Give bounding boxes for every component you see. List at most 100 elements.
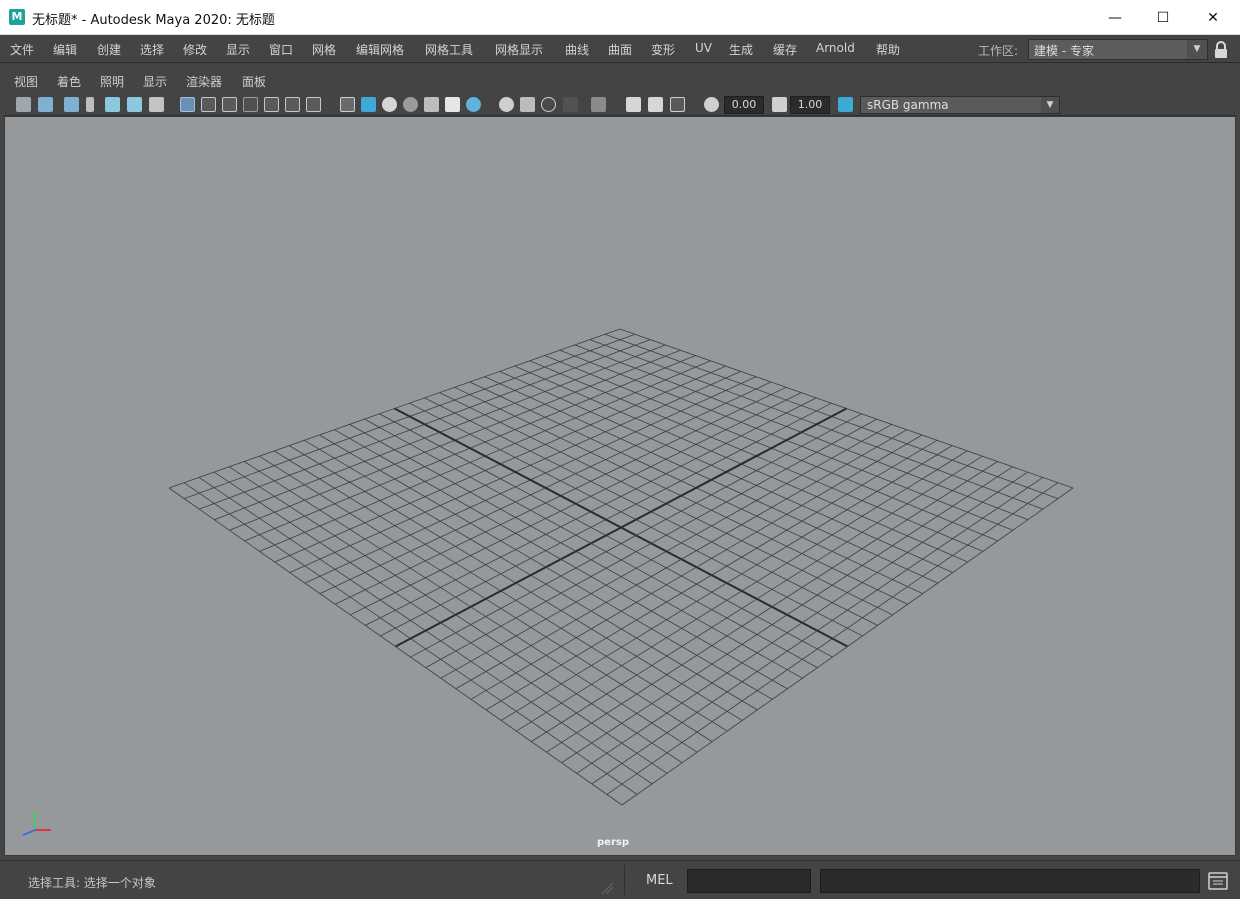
menu-edit-mesh[interactable]: 编辑网格: [356, 41, 404, 58]
isolate-select-icon[interactable]: [563, 97, 578, 112]
command-language-toggle[interactable]: MEL: [646, 873, 673, 888]
default-material-icon[interactable]: [382, 97, 397, 112]
menu-curves[interactable]: 曲线: [565, 41, 589, 58]
image-plane-icon[interactable]: [86, 97, 94, 112]
grid-line: [561, 466, 1013, 764]
gate-mask-icon[interactable]: [243, 97, 258, 112]
ambient-occlusion-icon[interactable]: [466, 97, 481, 112]
exposure-field[interactable]: 0.00: [724, 96, 764, 114]
grid-line: [576, 471, 1028, 774]
grid-line: [183, 482, 638, 795]
lock-icon[interactable]: [1213, 41, 1229, 59]
gamma-field[interactable]: 1.00: [790, 96, 830, 114]
lights-icon[interactable]: [424, 97, 439, 112]
workspace-label: 工作区:: [978, 44, 1019, 58]
grid-line: [591, 477, 1044, 785]
color-space-dropdown[interactable]: sRGB gamma ▼: [860, 96, 1060, 114]
grid-line: [621, 487, 1074, 806]
menu-deform[interactable]: 变形: [651, 41, 675, 58]
exposure-icon[interactable]: [704, 97, 719, 112]
xray-icon[interactable]: [591, 97, 606, 112]
grid-line: [319, 434, 773, 700]
menu-select[interactable]: 选择: [140, 41, 164, 58]
grid-line: [274, 450, 728, 732]
workspace-dropdown[interactable]: 建模 - 专家 ▼: [1028, 39, 1208, 60]
safe-title-icon[interactable]: [306, 97, 321, 112]
command-result-field: [820, 869, 1200, 893]
menu-help[interactable]: 帮助: [876, 41, 900, 58]
menu-surfaces[interactable]: 曲面: [608, 41, 632, 58]
menu-windows[interactable]: 窗口: [269, 41, 293, 58]
2d-pan-zoom-icon[interactable]: [105, 97, 120, 112]
z-axis-line: [22, 829, 36, 836]
gamma-icon[interactable]: [772, 97, 787, 112]
wireframe-icon[interactable]: [340, 97, 355, 112]
maximize-button[interactable]: ☐: [1138, 0, 1188, 35]
bookmark-icon[interactable]: [64, 97, 79, 112]
resize-grip-icon[interactable]: [600, 881, 614, 895]
grid-line: [349, 424, 803, 679]
field-chart-icon[interactable]: [264, 97, 279, 112]
smooth-wireframe-icon[interactable]: [670, 97, 685, 112]
menu-cache[interactable]: 缓存: [773, 41, 797, 58]
grid-line: [606, 482, 1059, 795]
panel-menu-bar: 视图 着色 照明 显示 渲染器 面板: [4, 68, 1236, 94]
perspective-viewport[interactable]: persp: [4, 116, 1236, 856]
menu-mesh-display[interactable]: 网格显示: [495, 41, 543, 58]
grease-pencil-icon[interactable]: [127, 97, 142, 112]
textured-icon[interactable]: [403, 97, 418, 112]
close-button[interactable]: ✕: [1188, 0, 1238, 35]
grid-line: [228, 466, 683, 764]
xray-joints-icon[interactable]: [626, 97, 641, 112]
shadows-icon[interactable]: [445, 97, 460, 112]
camera-name-label: persp: [597, 837, 629, 848]
safe-action-icon[interactable]: [285, 97, 300, 112]
camera-attributes-icon[interactable]: [38, 97, 53, 112]
resolution-gate-icon[interactable]: [222, 97, 237, 112]
panel-menu-view[interactable]: 视图: [14, 73, 38, 90]
panel-menu-lighting[interactable]: 照明: [100, 73, 124, 90]
menu-arnold[interactable]: Arnold: [816, 41, 855, 55]
viewport-toolbar: 0.00 1.00 sRGB gamma ▼: [4, 94, 1236, 116]
grid-line: [168, 487, 623, 806]
grid-icon[interactable]: [180, 97, 195, 112]
help-line: 选择工具: 选择一个对象: [28, 876, 156, 890]
select-camera-icon[interactable]: [16, 97, 31, 112]
chevron-down-icon: ▼: [1187, 40, 1207, 59]
panel-menu-renderer[interactable]: 渲染器: [186, 73, 222, 90]
smooth-shade-icon[interactable]: [361, 97, 376, 112]
anti-aliasing-icon[interactable]: [520, 97, 535, 112]
grid-line: [440, 424, 892, 679]
menu-create[interactable]: 创建: [97, 41, 121, 58]
menu-file[interactable]: 文件: [10, 41, 34, 58]
window-title: 无标题* - Autodesk Maya 2020: 无标题: [32, 13, 275, 28]
menu-mesh[interactable]: 网格: [312, 41, 336, 58]
backface-culling-icon[interactable]: [648, 97, 663, 112]
command-input[interactable]: [687, 869, 811, 893]
ground-grid: [168, 328, 1074, 806]
maya-app-icon: M: [9, 9, 25, 25]
chevron-down-icon: ▼: [1041, 97, 1059, 113]
panel-menu-shading[interactable]: 着色: [57, 73, 81, 90]
panel-menu-panels[interactable]: 面板: [242, 73, 266, 90]
workspace-value: 建模 - 专家: [1034, 44, 1094, 58]
script-editor-icon[interactable]: [1208, 871, 1228, 891]
grid-line: [213, 471, 668, 774]
status-bar: 选择工具: 选择一个对象 MEL: [0, 860, 1240, 899]
grid-line: [425, 418, 877, 668]
menu-generate[interactable]: 生成: [729, 41, 753, 58]
color-management-icon[interactable]: [838, 97, 853, 112]
menu-modify[interactable]: 修改: [183, 41, 207, 58]
menu-edit[interactable]: 编辑: [53, 41, 77, 58]
menu-mesh-tools[interactable]: 网格工具: [425, 41, 473, 58]
grid-toggle-icon[interactable]: [149, 97, 164, 112]
status-divider: [624, 865, 625, 895]
motion-blur-icon[interactable]: [499, 97, 514, 112]
title-bar[interactable]: M 无标题* - Autodesk Maya 2020: 无标题 — ☐ ✕: [0, 0, 1240, 35]
depth-of-field-icon[interactable]: [541, 97, 556, 112]
menu-uv[interactable]: UV: [695, 41, 712, 55]
menu-display[interactable]: 显示: [226, 41, 250, 58]
panel-menu-show[interactable]: 显示: [143, 73, 167, 90]
minimize-button[interactable]: —: [1090, 0, 1140, 35]
film-gate-icon[interactable]: [201, 97, 216, 112]
